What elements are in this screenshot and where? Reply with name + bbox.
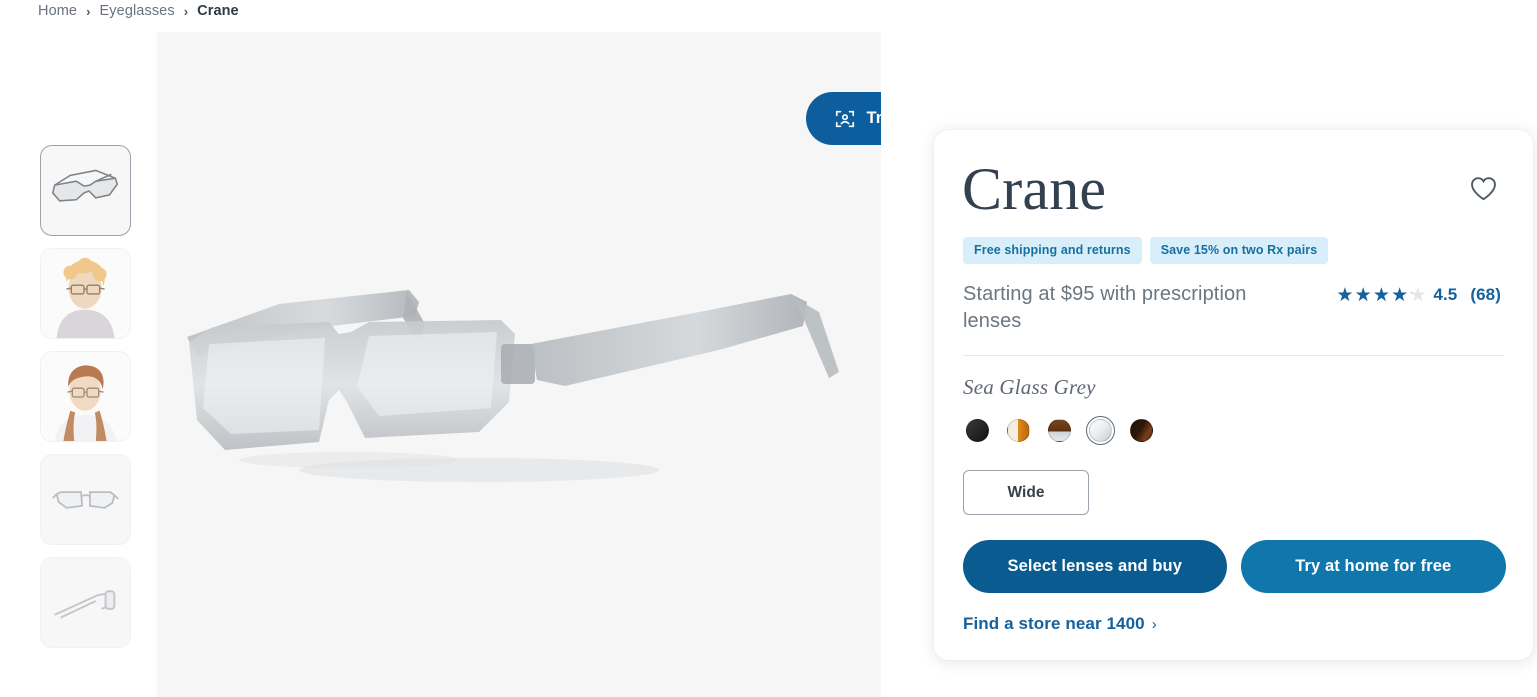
promo-badges: Free shipping and returns Save 15% on tw… (963, 237, 1506, 264)
select-lenses-and-buy-button[interactable]: Select lenses and buy (963, 540, 1227, 593)
selected-color-name: Sea Glass Grey (963, 375, 1096, 399)
side-temple-thumb-icon (54, 590, 116, 619)
find-a-store-label: Find a store near 1400 (963, 614, 1145, 633)
thumbnail-front-frame-view[interactable] (40, 454, 131, 545)
main-product-image-panel: Try on virtually (157, 32, 881, 697)
breadcrumb-separator-icon: › (86, 3, 91, 19)
swatch-color (1007, 419, 1030, 442)
color-swatch-cream-tortoise[interactable] (1004, 416, 1033, 445)
face-scan-icon (835, 110, 854, 127)
rating-stars-fill: ★★★★★ (1336, 285, 1412, 305)
product-info-card: Crane Free shipping and returns Save 15%… (934, 130, 1533, 660)
front-frame-thumb-icon (52, 491, 119, 509)
product-detail-page: Home › Eyeglasses › Crane Tr Crane Free … (0, 0, 1537, 697)
swatch-color (966, 419, 989, 442)
cta-row: Select lenses and buy Try at home for fr… (963, 540, 1506, 593)
price-and-rating-row: Starting at $95 with prescription lenses… (963, 281, 1506, 335)
color-swatch-espresso-tortoise[interactable] (1127, 416, 1156, 445)
section-divider (963, 355, 1504, 356)
swatch-color (1089, 419, 1112, 442)
price-text: Starting at $95 with prescription lenses (963, 283, 1247, 332)
size-option-wide[interactable]: Wide (963, 470, 1089, 515)
heart-icon (1471, 177, 1496, 201)
page-title: Crane (962, 156, 1107, 222)
color-swatch-list (963, 416, 1506, 445)
swatch-color (1048, 419, 1071, 442)
breadcrumb-separator-icon: › (183, 3, 189, 19)
chevron-right-icon: › (1151, 615, 1157, 633)
breadcrumb-item-eyeglasses[interactable]: Eyeglasses (100, 3, 175, 19)
badge-free-shipping: Free shipping and returns (963, 237, 1142, 264)
angled-frame-thumb-icon (51, 169, 119, 202)
find-a-store-link[interactable]: Find a store near 1400 › (963, 614, 1157, 634)
color-swatch-jet-black[interactable] (963, 416, 992, 445)
breadcrumb-item-crane: Crane (197, 3, 239, 19)
badge-save-on-rx-pairs: Save 15% on two Rx pairs (1149, 237, 1329, 264)
thumbnail-side-temple-view[interactable] (40, 557, 131, 648)
main-product-image (187, 290, 839, 482)
breadcrumb: Home › Eyeglasses › Crane (38, 3, 239, 19)
male-model-thumb-icon (41, 249, 130, 338)
swatch-color (1130, 419, 1153, 442)
breadcrumb-item-home[interactable]: Home (38, 3, 77, 19)
thumbnail-male-model-wearing[interactable] (40, 248, 131, 339)
color-swatch-sea-glass-grey[interactable] (1086, 416, 1115, 445)
rating-stars: ★★★★★ ★★★★★ (1336, 285, 1426, 305)
rating-value: 4.5 (1433, 285, 1458, 304)
try-at-home-button[interactable]: Try at home for free (1240, 540, 1506, 593)
rating-count: (68) (1470, 285, 1501, 304)
try-on-virtually-label: Try on virtually (866, 109, 882, 127)
product-card-header: Crane (961, 158, 1506, 220)
try-on-virtually-button[interactable]: Try on virtually (806, 92, 881, 145)
favorite-button[interactable] (1466, 172, 1501, 205)
thumbnail-angled-frame-view[interactable] (40, 145, 131, 236)
female-model-thumb-icon (41, 352, 130, 441)
thumbnail-rail (40, 145, 131, 648)
rating-group[interactable]: ★★★★★ ★★★★★ 4.5 (68) (1336, 285, 1501, 305)
thumbnail-female-model-wearing[interactable] (40, 351, 131, 442)
color-swatch-walnut-tortoise[interactable] (1045, 416, 1074, 445)
